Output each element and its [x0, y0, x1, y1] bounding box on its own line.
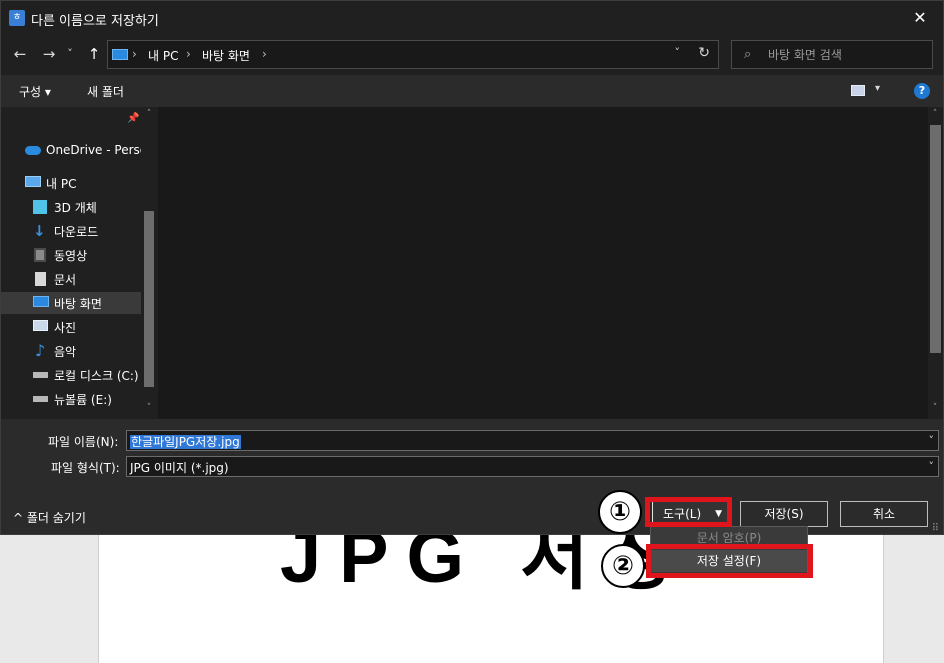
download-arrow-icon: ↓ — [33, 222, 46, 240]
sidebar-item-label: 문서 — [54, 273, 77, 287]
sidebar-item-desktop[interactable]: 바탕 화면 — [1, 292, 141, 314]
sidebar-item-label: 로컬 디스크 (C:) — [54, 369, 139, 383]
desktop-icon — [112, 49, 128, 60]
sidebar-item-documents[interactable]: 문서 — [1, 268, 141, 290]
desktop-icon — [33, 296, 49, 307]
breadcrumb-separator-icon: › — [186, 47, 191, 61]
scroll-down-icon[interactable]: ˅ — [930, 403, 940, 413]
scroll-down-icon[interactable]: ˅ — [144, 403, 154, 413]
file-list-scrollbar[interactable]: ˄ ˅ — [928, 107, 943, 419]
breadcrumb-desktop[interactable]: 바탕 화면 — [202, 47, 250, 64]
breadcrumb-separator-icon: › — [132, 47, 137, 61]
highlight-box-tools — [645, 497, 732, 527]
search-icon: ⌕ — [744, 47, 752, 62]
film-icon — [34, 248, 46, 262]
sidebar-item-music[interactable]: ♪ 음악 — [1, 340, 141, 362]
hide-folders-button[interactable]: ^ 폴더 숨기기 — [13, 509, 86, 526]
chevron-down-icon[interactable]: ˅ — [929, 434, 935, 447]
filename-label: 파일 이름(N): — [48, 435, 119, 449]
filetype-select[interactable]: JPG 이미지 (*.jpg) ˅ — [126, 456, 939, 477]
view-options-chevron-icon[interactable]: ▾ — [875, 83, 880, 94]
new-folder-button[interactable]: 새 폴더 — [87, 83, 124, 100]
drive-c-icon — [33, 372, 48, 378]
sidebar-item-my-pc[interactable]: 내 PC — [1, 172, 141, 194]
cancel-button[interactable]: 취소 — [840, 501, 928, 527]
filetype-label: 파일 형식(T): — [51, 461, 120, 475]
organize-button[interactable]: 구성 ▾ — [19, 83, 51, 100]
sidebar-item-pictures[interactable]: 사진 — [1, 316, 141, 338]
filetype-value: JPG 이미지 (*.jpg) — [130, 461, 229, 475]
breadcrumb-my-pc[interactable]: 내 PC — [148, 47, 178, 64]
sidebar-item-label: 다운로드 — [54, 225, 99, 239]
sidebar-item-label: 음악 — [54, 345, 77, 359]
scroll-up-icon[interactable]: ˄ — [930, 109, 940, 119]
close-icon[interactable]: ✕ — [897, 1, 943, 35]
filename-value: 한글파일JPG저장.jpg — [130, 435, 241, 449]
dialog-title: 다른 이름으로 저장하기 — [31, 14, 159, 29]
sidebar-item-label: 3D 개체 — [54, 201, 97, 215]
sidebar-item-label: 사진 — [54, 321, 77, 335]
breadcrumb-separator-icon: › — [262, 47, 267, 61]
view-options-icon[interactable] — [851, 85, 865, 96]
title-bar: ㅎ 다른 이름으로 저장하기 ✕ — [1, 1, 943, 35]
picture-icon — [33, 320, 48, 331]
scrollbar-thumb[interactable] — [144, 211, 154, 387]
pin-icon[interactable]: 📌 — [127, 113, 139, 124]
music-note-icon: ♪ — [35, 341, 46, 360]
sidebar-item-videos[interactable]: 동영상 — [1, 244, 141, 266]
scrollbar-thumb[interactable] — [930, 125, 941, 353]
drive-e-icon — [33, 396, 48, 402]
cloud-icon — [25, 146, 41, 155]
sidebar-item-downloads[interactable]: ↓ 다운로드 — [1, 220, 141, 242]
document-icon — [35, 272, 46, 286]
resize-grip-icon[interactable]: ⠿ — [932, 523, 939, 534]
address-bar[interactable]: › 내 PC › 바탕 화면 › ˅ ↻ — [107, 40, 719, 69]
chevron-down-icon[interactable]: ˅ — [929, 460, 935, 473]
refresh-icon[interactable]: ↻ — [698, 45, 710, 61]
highlight-box-save-settings — [646, 544, 813, 578]
filename-field[interactable]: 한글파일JPG저장.jpg ˅ — [126, 430, 939, 451]
sidebar-item-label: OneDrive - Persor — [46, 143, 141, 157]
sidebar-item-new-volume-e[interactable]: 뉴볼륨 (E:) — [1, 388, 141, 410]
save-as-dialog: ㅎ 다른 이름으로 저장하기 ✕ ← → ˅ ↑ › 내 PC › 바탕 화면 … — [0, 0, 944, 535]
chevron-down-icon[interactable]: ˅ — [675, 46, 681, 59]
computer-icon — [25, 176, 41, 187]
help-icon[interactable]: ? — [914, 83, 930, 99]
sidebar-item-local-disk-c[interactable]: 로컬 디스크 (C:) — [1, 364, 141, 386]
save-form-area: 파일 이름(N): 한글파일JPG저장.jpg ˅ 파일 형식(T): JPG … — [1, 419, 943, 534]
sidebar-item-label: 바탕 화면 — [54, 297, 102, 311]
hwp-app-icon: ㅎ — [9, 10, 25, 26]
navigation-scrollbar[interactable]: ˄ ˅ — [141, 107, 157, 419]
forward-arrow-icon[interactable]: → — [38, 43, 60, 65]
step-marker-2: ② — [601, 544, 645, 588]
search-input[interactable] — [768, 41, 928, 68]
command-toolbar: 구성 ▾ 새 폴더 ▾ ? — [1, 75, 943, 107]
scroll-up-icon[interactable]: ˄ — [144, 109, 154, 119]
step-marker-1: ① — [598, 490, 642, 534]
navigation-pane: 📌 OneDrive - Persor 내 PC 3D 개체 ↓ 다운로드 동영… — [1, 107, 158, 419]
sidebar-item-label: 동영상 — [54, 249, 88, 263]
sidebar-item-label: 뉴볼륨 (E:) — [54, 393, 112, 407]
file-list-pane[interactable] — [158, 107, 928, 419]
sidebar-item-label: 내 PC — [46, 177, 77, 191]
save-button[interactable]: 저장(S) — [740, 501, 828, 527]
search-box[interactable]: ⌕ — [731, 40, 933, 69]
sidebar-item-3d-objects[interactable]: 3D 개체 — [1, 196, 141, 218]
up-arrow-icon[interactable]: ↑ — [83, 43, 105, 65]
navigation-bar: ← → ˅ ↑ › 내 PC › 바탕 화면 › ˅ ↻ ⌕ — [1, 35, 943, 75]
cube-icon — [33, 200, 47, 214]
sidebar-item-onedrive[interactable]: OneDrive - Persor — [1, 140, 141, 162]
recent-locations-icon[interactable]: ˅ — [63, 43, 77, 65]
back-arrow-icon[interactable]: ← — [9, 43, 31, 65]
